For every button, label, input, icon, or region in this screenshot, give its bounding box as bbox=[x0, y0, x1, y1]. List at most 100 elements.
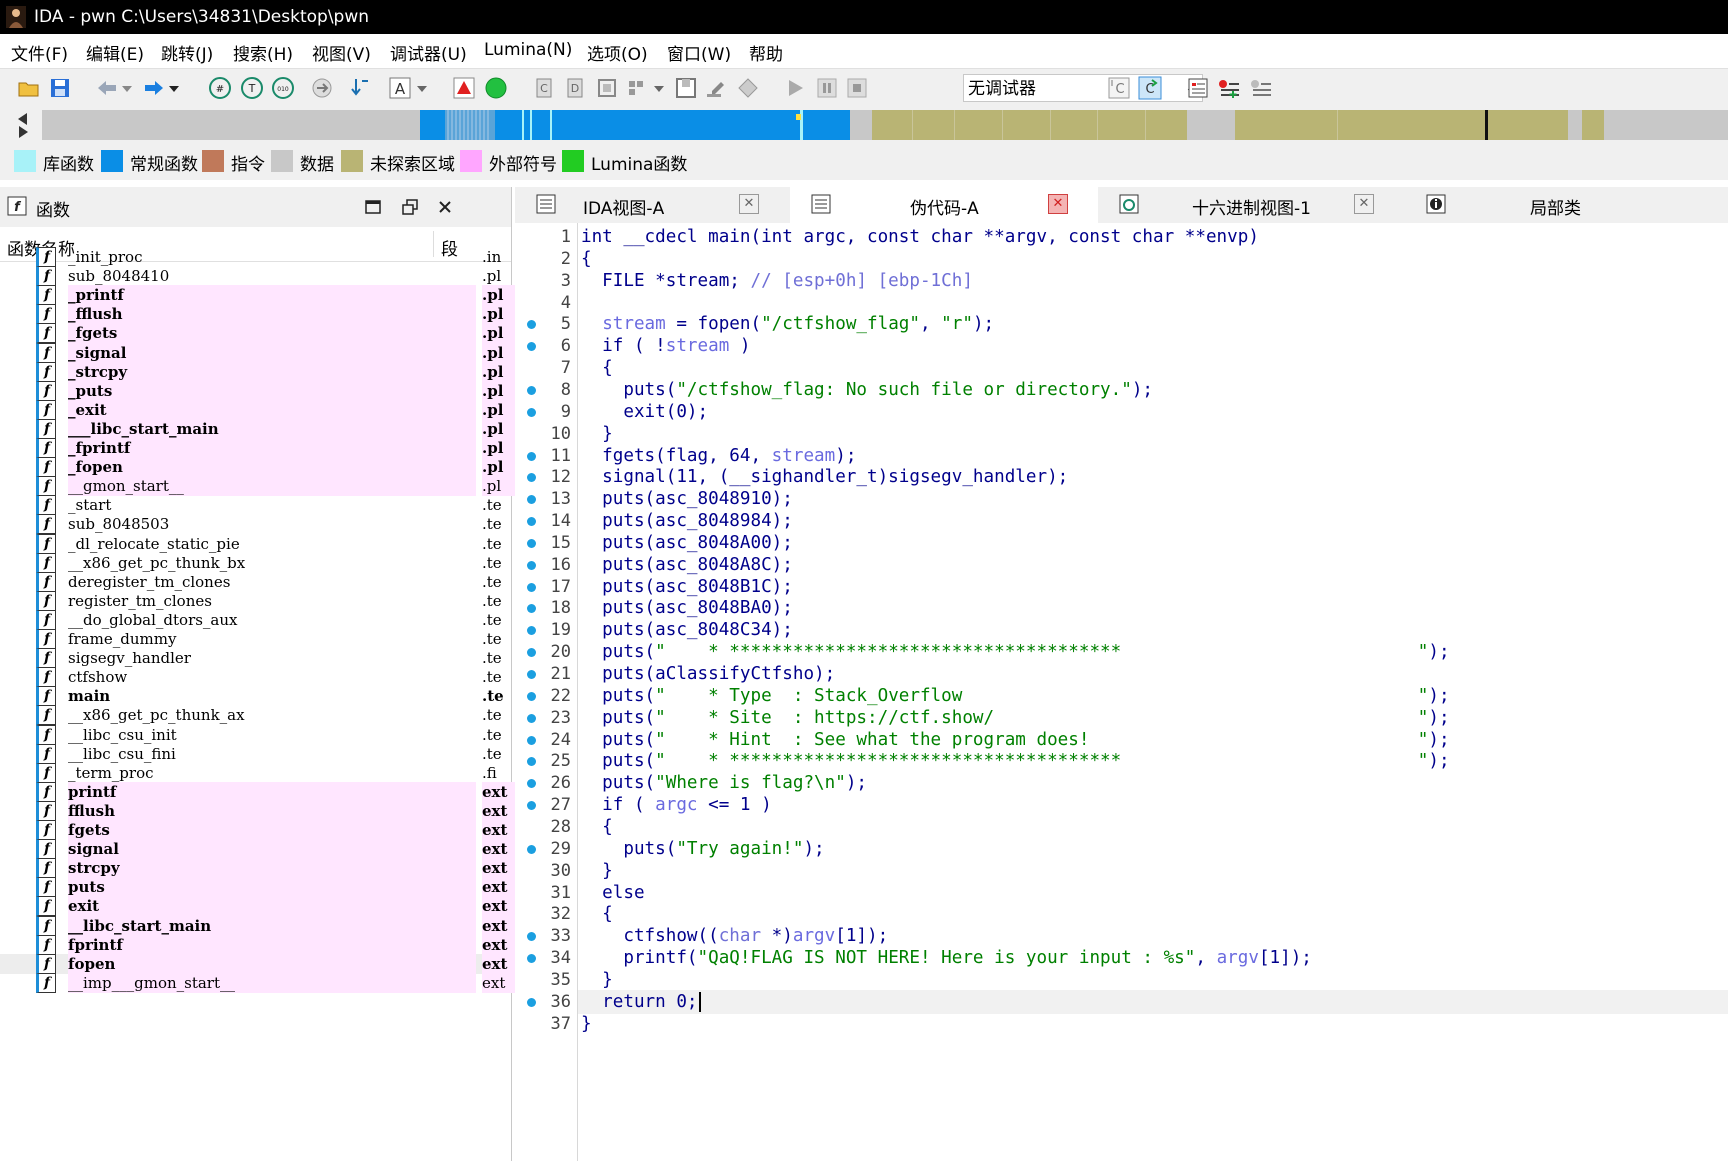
function-row[interactable]: f _dl_relocate_static_pie .te bbox=[36, 533, 502, 554]
function-row[interactable]: f _term_proc .fi bbox=[36, 762, 497, 783]
breakpoint-dot-icon[interactable] bbox=[527, 582, 536, 592]
breakpoint-dot-icon[interactable] bbox=[527, 954, 536, 964]
menu-view[interactable]: 视图(V) bbox=[312, 40, 371, 65]
code-line[interactable]: puts(" * Hint : See what the program doe… bbox=[581, 728, 1449, 752]
breakpoint-dot-icon[interactable] bbox=[527, 670, 536, 679]
array-icon[interactable] bbox=[626, 76, 650, 100]
code-line[interactable]: return 0; bbox=[581, 990, 701, 1014]
forward-dropdown-icon[interactable] bbox=[167, 76, 181, 100]
code-line[interactable]: fgets(flag, 64, stream); bbox=[581, 444, 856, 468]
delete-breakpoint-icon[interactable] bbox=[1249, 76, 1273, 100]
function-row[interactable]: f printf ext bbox=[36, 781, 546, 802]
forward-arrow-icon[interactable] bbox=[142, 76, 166, 100]
edit-func-icon[interactable] bbox=[704, 76, 728, 100]
pseudocode-view[interactable]: int __cdecl main(int argc, const char **… bbox=[578, 223, 1728, 1161]
debugger-select[interactable]: 无调试器 ⌄ bbox=[963, 74, 1203, 102]
function-row[interactable]: f _fprintf .pl bbox=[36, 438, 546, 458]
breakpoint-dot-icon[interactable] bbox=[527, 538, 536, 548]
menu-jump[interactable]: 跳转(J) bbox=[161, 40, 213, 65]
function-row[interactable]: f _fopen .pl bbox=[36, 457, 546, 478]
back-arrow-icon[interactable] bbox=[95, 76, 119, 100]
menu-file[interactable]: 文件(F) bbox=[11, 40, 68, 65]
code-line[interactable]: puts(" * *******************************… bbox=[581, 640, 1449, 664]
function-row[interactable]: f __x86_get_pc_thunk_ax .te bbox=[36, 705, 502, 726]
function-row[interactable]: f _exit .pl bbox=[36, 399, 546, 420]
breakpoint-dot-icon[interactable] bbox=[527, 407, 536, 417]
function-row[interactable]: f sub_8048503 .te bbox=[36, 514, 502, 535]
function-row[interactable]: f __imp___gmon_start__ ext bbox=[36, 972, 546, 993]
undefine-icon[interactable] bbox=[674, 76, 698, 100]
function-row[interactable]: f signal ext bbox=[36, 839, 546, 860]
code-line[interactable]: } bbox=[581, 859, 613, 883]
function-row[interactable]: f strcpy ext bbox=[36, 858, 546, 879]
struct-icon[interactable] bbox=[595, 76, 619, 100]
function-row[interactable]: f exit ext bbox=[36, 896, 546, 917]
goto-icon[interactable] bbox=[310, 76, 334, 100]
function-row[interactable]: f _signal .pl bbox=[36, 342, 546, 363]
stop-icon[interactable] bbox=[845, 76, 869, 100]
function-row[interactable]: f _puts .pl bbox=[36, 380, 546, 401]
function-row[interactable]: f _start .te bbox=[36, 495, 502, 516]
breakpoint-dot-icon[interactable] bbox=[527, 997, 536, 1007]
code-line[interactable]: puts(asc_8048984); bbox=[581, 509, 793, 533]
code-line[interactable]: signal(11, (__sighandler_t)sigsegv_handl… bbox=[581, 465, 1068, 489]
function-row[interactable]: f _strcpy .pl bbox=[36, 361, 546, 382]
breakpoint-dot-icon[interactable] bbox=[527, 735, 536, 745]
code-line[interactable]: { bbox=[581, 902, 613, 926]
function-row[interactable]: f fflush ext bbox=[36, 800, 546, 821]
function-row[interactable]: f frame_dummy .te bbox=[36, 629, 502, 649]
step-c-icon[interactable]: C bbox=[1107, 76, 1131, 100]
function-row[interactable]: f register_tm_clones .te bbox=[36, 590, 502, 611]
code-line[interactable]: int __cdecl main(int argc, const char **… bbox=[581, 225, 1259, 249]
function-row[interactable]: f fopen ext bbox=[36, 953, 546, 974]
tab-close-icon[interactable]: ✕ bbox=[739, 194, 759, 214]
hex-icon[interactable]: # bbox=[208, 76, 232, 100]
add-breakpoint-icon[interactable] bbox=[1217, 76, 1241, 100]
text-icon[interactable]: T bbox=[240, 76, 264, 100]
nav-arrows-icon[interactable] bbox=[14, 110, 32, 140]
step-into-icon[interactable] bbox=[348, 76, 372, 100]
code-line[interactable]: } bbox=[581, 422, 613, 446]
code-line[interactable]: puts(asc_8048A8C); bbox=[581, 553, 793, 577]
function-row[interactable]: f sigsegv_handler .te bbox=[36, 648, 502, 669]
breakpoint-dot-icon[interactable] bbox=[527, 713, 536, 723]
code-line[interactable]: { bbox=[581, 815, 613, 839]
breakpoint-dot-icon[interactable] bbox=[527, 560, 536, 570]
function-row[interactable]: f __x86_get_pc_thunk_bx .te bbox=[36, 552, 502, 573]
breakpoint-dot-icon[interactable] bbox=[527, 385, 536, 395]
function-row[interactable]: f fprintf ext bbox=[36, 934, 546, 955]
code-line[interactable]: { bbox=[581, 247, 592, 271]
code-line[interactable]: puts(asc_8048910); bbox=[581, 487, 793, 511]
code-line[interactable]: puts("/ctfshow_flag: No such file or dir… bbox=[581, 378, 1153, 402]
code-line[interactable]: ctfshow((char *)argv[1]); bbox=[581, 924, 888, 948]
menu-debugger[interactable]: 调试器(U) bbox=[390, 40, 467, 65]
code-line[interactable]: if ( !stream ) bbox=[581, 334, 750, 358]
code-line[interactable]: puts(" * Site : https://ctf.show/ "); bbox=[581, 706, 1449, 730]
breakpoint-list-icon[interactable] bbox=[1186, 76, 1210, 100]
tab-hex-view-1[interactable]: 十六进制视图-1 ✕ bbox=[1098, 187, 1405, 223]
code-icon[interactable]: C bbox=[533, 76, 557, 100]
function-row[interactable]: f _fflush .pl bbox=[36, 304, 546, 325]
function-row[interactable]: f sub_8048410 .pl bbox=[36, 266, 501, 287]
font-dropdown-icon[interactable] bbox=[415, 76, 429, 100]
code-line[interactable]: puts(asc_8048A00); bbox=[581, 531, 793, 555]
menu-windows[interactable]: 窗口(W) bbox=[667, 40, 731, 65]
code-line[interactable]: puts(aClassifyCtfsho); bbox=[581, 662, 835, 686]
open-folder-icon[interactable] bbox=[17, 76, 41, 100]
code-line[interactable]: puts(asc_8048BA0); bbox=[581, 596, 793, 620]
back-dropdown-icon[interactable] bbox=[120, 76, 134, 100]
run-icon[interactable] bbox=[783, 76, 807, 100]
data-icon[interactable]: D bbox=[564, 76, 588, 100]
function-row[interactable]: f _init_proc .in bbox=[36, 247, 501, 267]
menu-lumina[interactable]: Lumina(N) bbox=[484, 40, 572, 60]
binary-icon[interactable]: 010 bbox=[271, 76, 295, 100]
navigation-strip[interactable] bbox=[42, 110, 1728, 140]
tab-close-icon[interactable]: ✕ bbox=[1354, 194, 1374, 214]
close-icon[interactable] bbox=[437, 199, 453, 215]
code-line[interactable]: } bbox=[581, 968, 613, 992]
breakpoint-dot-icon[interactable] bbox=[527, 517, 536, 527]
float-icon[interactable] bbox=[402, 199, 418, 215]
menu-search[interactable]: 搜索(H) bbox=[233, 40, 293, 65]
tab-local-types[interactable]: 局部类 bbox=[1405, 187, 1728, 223]
step-c-active-icon[interactable]: C bbox=[1138, 76, 1162, 100]
